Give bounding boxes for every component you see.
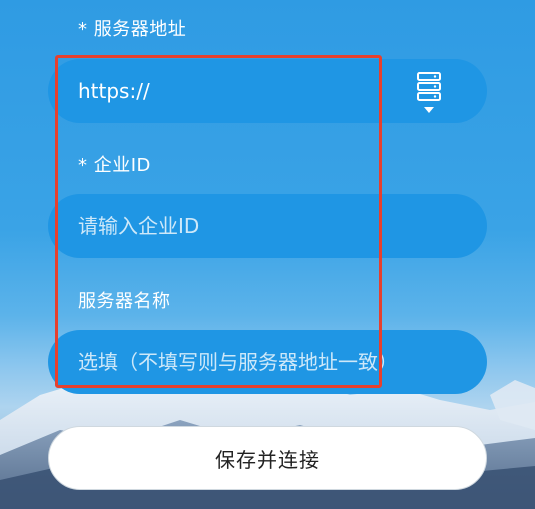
server-name-input[interactable]: 选填（不填写则与服务器地址一致） bbox=[78, 350, 398, 374]
server-stack-icon bbox=[417, 72, 441, 113]
dropdown-arrow-icon bbox=[424, 107, 434, 113]
server-address-field[interactable]: https:// bbox=[48, 59, 487, 123]
enterprise-id-field[interactable]: 请输入企业ID bbox=[48, 194, 487, 258]
server-select-button[interactable] bbox=[411, 71, 447, 117]
save-and-connect-label: 保存并连接 bbox=[215, 447, 320, 472]
server-address-label: * 服务器地址 bbox=[78, 19, 187, 40]
save-and-connect-button[interactable]: 保存并连接 bbox=[48, 426, 487, 490]
server-name-field[interactable]: 选填（不填写则与服务器地址一致） bbox=[48, 330, 487, 394]
server-name-label: 服务器名称 bbox=[78, 291, 171, 312]
enterprise-id-label: * 企业ID bbox=[78, 155, 151, 176]
server-address-input[interactable]: https:// bbox=[78, 79, 150, 103]
server-config-screen: * 服务器地址 https:// * 企业ID 请输入企业ID 服务器名称 选填… bbox=[0, 0, 535, 509]
enterprise-id-input[interactable]: 请输入企业ID bbox=[78, 214, 199, 238]
